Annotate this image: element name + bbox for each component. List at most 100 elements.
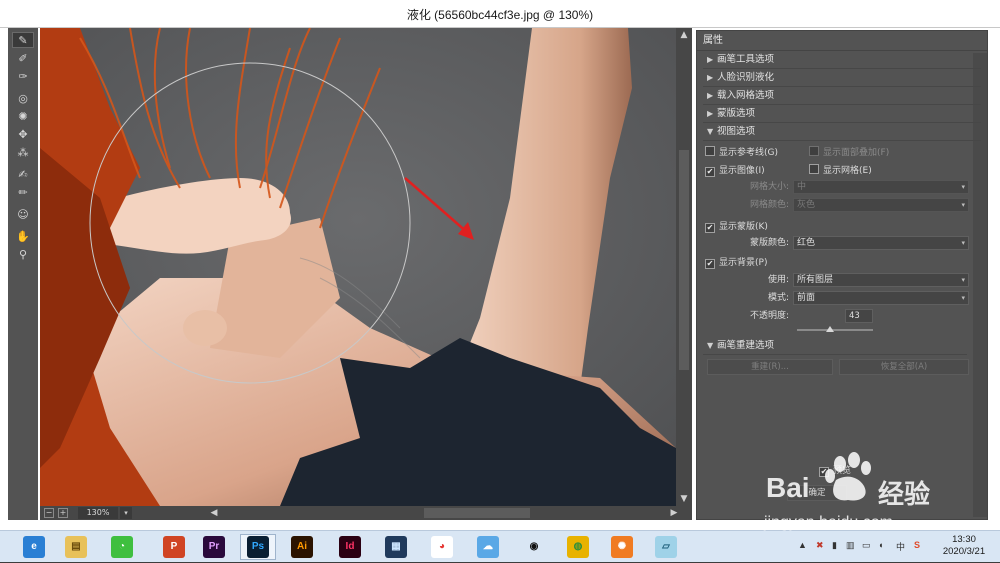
baidu-jingyan-watermark: Bai 经验 jingyan.baidu.com — [760, 450, 980, 542]
scroll-up-icon[interactable]: ▲ — [676, 28, 692, 42]
mask-color-select[interactable]: 红色 ▾ — [793, 236, 969, 250]
clock-date: 2020/3/21 — [942, 546, 986, 557]
show-guides-checkbox[interactable]: 显示参考线(G) — [705, 145, 778, 161]
show-mask-checkbox[interactable]: ✔ 显示蒙版(K) — [705, 219, 768, 235]
smooth-tool-icon[interactable]: ✑ — [12, 68, 34, 84]
scroll-right-icon[interactable]: ▶ — [668, 507, 680, 519]
mesh-size-select: 中 ▾ — [793, 180, 969, 194]
pucker-tool-icon[interactable]: ✺ — [12, 108, 34, 124]
watermark-brand: Bai — [766, 472, 810, 503]
taskbar-app-powerpoint[interactable]: P — [156, 534, 192, 560]
section-face-aware-liquify[interactable]: ▶ 人脸识别液化 — [703, 69, 981, 87]
taskbar-app-chart-app[interactable]: ◕ — [424, 534, 460, 560]
premiere-icon: Pr — [203, 536, 225, 558]
photoshop-icon: Ps — [247, 536, 269, 558]
canvas-vertical-scrollbar[interactable]: ▲ ▼ — [676, 28, 692, 506]
watermark-url: jingyan.baidu.com — [764, 514, 893, 531]
file-explorer-icon: ▤ — [65, 536, 87, 558]
mesh-size-label: 网格大小: — [749, 182, 789, 192]
taskbar-app-premiere[interactable]: Pr — [196, 534, 232, 560]
mask-color-label: 蒙版颜色: — [749, 238, 789, 248]
show-backdrop-checkbox[interactable]: ✔ 显示背景(P) — [705, 255, 767, 271]
face-tool-icon[interactable]: ☺ — [12, 206, 34, 222]
section-view-options[interactable]: ▼ 视图选项 — [703, 123, 981, 141]
chrome-icon: ◍ — [567, 536, 589, 558]
liquify-toolbar: ✎ ✐ ✑ ◎ ✺ ✥ ⁂ ✍ ✏ ☺ ✋ ⚲ — [8, 28, 38, 520]
restore-all-button[interactable]: 恢复全部(A) — [839, 359, 969, 375]
taskbar-app-notes-app[interactable]: ▱ — [648, 534, 684, 560]
zoom-in-button[interactable]: + — [58, 508, 68, 518]
horizontal-scroll-thumb[interactable] — [424, 508, 530, 518]
zoom-dropdown-icon[interactable]: ▾ — [120, 507, 132, 519]
canvas-statusbar: − + 130% ▾ ◀ ▶ — [40, 506, 692, 520]
freeze-mask-tool-icon[interactable]: ✍ — [12, 166, 34, 182]
zoom-level[interactable]: 130% — [78, 507, 118, 519]
show-image-checkbox[interactable]: ✔ 显示图像(I) — [705, 163, 765, 179]
taskbar-app-qq[interactable]: ◉ — [516, 534, 552, 560]
taskbar-app-wechat[interactable]: ◔ — [104, 534, 140, 560]
mode-select[interactable]: 前面 ▾ — [793, 291, 969, 305]
opacity-input[interactable]: 43 — [845, 309, 873, 323]
taskbar-app-photoshop[interactable]: Ps — [240, 534, 276, 560]
taskbar-app-chrome[interactable]: ◍ — [560, 534, 596, 560]
liquify-canvas[interactable] — [40, 28, 676, 506]
thaw-mask-tool-icon[interactable]: ✏ — [12, 184, 34, 200]
firefox-icon: ✺ — [611, 536, 633, 558]
taskbar-app-browser[interactable]: e — [16, 534, 52, 560]
use-label: 使用: — [767, 275, 789, 285]
scroll-down-icon[interactable]: ▼ — [676, 492, 692, 506]
hand-tool-icon[interactable]: ✋ — [12, 228, 34, 244]
collapse-triangle-icon: ▼ — [707, 341, 714, 350]
opacity-slider-thumb[interactable] — [825, 326, 834, 332]
mesh-color-select: 灰色 ▾ — [793, 198, 969, 212]
window-title: 液化 (56560bc44cf3e.jpg @ 130%) — [406, 8, 594, 22]
chart-app-icon: ◕ — [431, 536, 453, 558]
wechat-icon: ◔ — [111, 536, 133, 558]
properties-panel: 属性 ▶ 画笔工具选项 ▶ 人脸识别液化 ▶ 载入网格选项 ▶ 蒙版选项 ▼ 视图选项 显… — [696, 30, 988, 520]
show-face-overlay-checkbox: 显示面部叠加(F) — [809, 145, 889, 161]
taskbar-app-file-explorer[interactable]: ▤ — [58, 534, 94, 560]
taskbar-app-video-editor[interactable]: ▦ — [378, 534, 414, 560]
powerpoint-icon: P — [163, 536, 185, 558]
section-brush-reconstruct-options[interactable]: ▼ 画笔重建选项 — [703, 337, 967, 355]
push-left-tool-icon[interactable]: ⁂ — [12, 144, 34, 160]
twirl-tool-icon[interactable]: ◎ — [12, 90, 34, 106]
forward-warp-tool-icon[interactable]: ✎ — [12, 32, 34, 48]
watermark-brand-cn: 经验 — [878, 480, 931, 510]
expand-triangle-icon: ▶ — [707, 91, 714, 100]
expand-triangle-icon: ▶ — [707, 73, 714, 82]
taskbar-app-illustrator[interactable]: Ai — [284, 534, 320, 560]
section-load-mesh-options[interactable]: ▶ 载入网格选项 — [703, 87, 981, 105]
zoom-tool-icon[interactable]: ⚲ — [12, 246, 34, 262]
opacity-label: 不透明度: — [749, 311, 789, 321]
expand-triangle-icon: ▶ — [707, 55, 714, 64]
panel-title: 属性 — [697, 31, 987, 51]
expand-triangle-icon: ▶ — [707, 109, 714, 118]
illustrator-icon: Ai — [291, 536, 313, 558]
opacity-slider-track[interactable] — [797, 329, 873, 331]
indesign-icon: Id — [339, 536, 361, 558]
collapse-triangle-icon: ▼ — [707, 127, 714, 136]
taskbar-app-indesign[interactable]: Id — [332, 534, 368, 560]
vertical-scroll-thumb[interactable] — [679, 150, 689, 370]
browser-icon: e — [23, 536, 45, 558]
mesh-color-label: 网格颜色: — [749, 200, 789, 210]
show-mesh-checkbox[interactable]: 显示网格(E) — [809, 163, 872, 179]
scroll-left-icon[interactable]: ◀ — [208, 507, 220, 519]
section-brush-tool-options[interactable]: ▶ 画笔工具选项 — [703, 51, 981, 69]
photo-preview — [40, 28, 676, 506]
video-editor-icon: ▦ — [385, 536, 407, 558]
taskbar-app-cloud-app[interactable]: ☁ — [470, 534, 506, 560]
canvas-horizontal-scrollbar[interactable]: ◀ ▶ — [208, 507, 680, 519]
use-select[interactable]: 所有图层 ▾ — [793, 273, 969, 287]
bloat-tool-icon[interactable]: ✥ — [12, 126, 34, 142]
reconstruct-button[interactable]: 重建(R)... — [707, 359, 833, 375]
zoom-out-button[interactable]: − — [44, 508, 54, 518]
reconstruct-tool-icon[interactable]: ✐ — [12, 50, 34, 66]
section-mask-options[interactable]: ▶ 蒙版选项 — [703, 105, 981, 123]
mode-label: 模式: — [767, 293, 789, 303]
title-bar: 液化 (56560bc44cf3e.jpg @ 130%) — [0, 0, 1000, 28]
cloud-app-icon: ☁ — [477, 536, 499, 558]
notes-app-icon: ▱ — [655, 536, 677, 558]
taskbar-app-firefox[interactable]: ✺ — [604, 534, 640, 560]
